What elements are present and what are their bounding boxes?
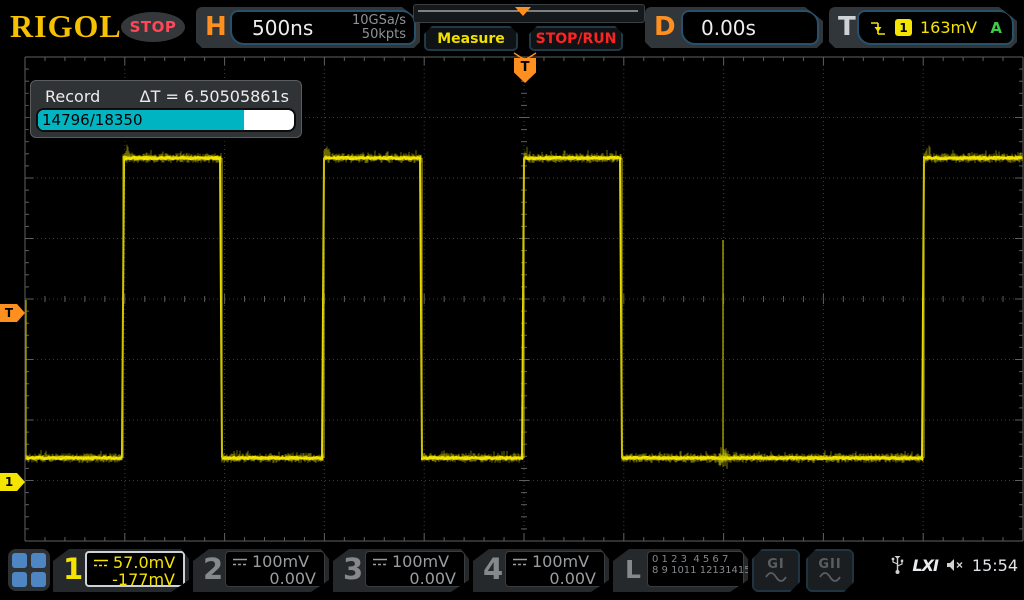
channel4-scale: 100mV [532, 553, 589, 570]
logic-channels-box: 0 1 2 3 4 5 6 7 8 9 1011 12131415 [647, 551, 744, 587]
channel1-number: 1 [63, 552, 83, 586]
dc-coupling-icon [93, 558, 109, 568]
generator2-button[interactable]: GII [806, 549, 854, 592]
generator2-label: GII [818, 558, 841, 571]
record-delta-t: ΔT = 6.50505861s [140, 87, 289, 106]
record-header-row: Record ΔT = 6.50505861s [31, 81, 301, 109]
channel3-offset: 0.00V [372, 570, 458, 587]
usb-icon [891, 555, 904, 575]
sine-wave-icon [765, 571, 787, 583]
channel3-number: 3 [343, 552, 363, 586]
channel1-tab[interactable]: 1 57.0mV -177mV [53, 549, 189, 592]
sine-wave-icon [819, 571, 841, 583]
record-title: Record [45, 87, 100, 106]
ch1-trace [26, 145, 1022, 469]
channel2-scale: 100mV [252, 553, 309, 570]
generator1-label: GI [767, 558, 785, 571]
lxi-logo: LXI [912, 556, 937, 575]
logic-row-8-15: 8 9 1011 12131415 [652, 565, 739, 576]
channel4-offset: 0.00V [512, 570, 598, 587]
record-progress-bar: 14796/18350 [36, 108, 296, 132]
status-area: LXI 15:54 [891, 555, 1018, 575]
channel3-readout: 100mV 0.00V [365, 551, 465, 587]
bottom-bar: 1 57.0mV -177mV 2 [0, 545, 1024, 600]
clock: 15:54 [972, 556, 1018, 575]
generator1-button[interactable]: GI [752, 549, 800, 592]
channel4-tab[interactable]: 4 100mV 0.00V [473, 549, 609, 592]
logic-analyzer-tab[interactable]: L 0 1 2 3 4 5 6 7 8 9 1011 12131415 [613, 549, 748, 592]
waveform-display: T T 1 Record ΔT = 6.50505861s 14796/1835… [0, 0, 1024, 600]
dc-coupling-icon [512, 557, 528, 567]
dc-coupling-icon [232, 557, 248, 567]
menu-grid-icon [12, 553, 27, 568]
channel4-readout: 100mV 0.00V [505, 551, 605, 587]
channel1-scale: 57.0mV [113, 554, 175, 571]
channel2-offset: 0.00V [232, 570, 318, 587]
logic-label: L [625, 555, 641, 584]
channel2-readout: 100mV 0.00V [225, 551, 325, 587]
channel1-readout: 57.0mV -177mV [85, 551, 185, 587]
speaker-muted-icon [946, 558, 964, 572]
record-overlay: Record ΔT = 6.50505861s 14796/18350 [30, 80, 302, 138]
record-progress-text: 14796/18350 [42, 111, 143, 129]
oscilloscope-screen: RIGOL STOP H 500ns 10GSa/s 50kpts Measur… [0, 0, 1024, 600]
channel4-number: 4 [483, 552, 503, 586]
channel2-number: 2 [203, 552, 223, 586]
channel3-scale: 100mV [392, 553, 449, 570]
channel2-tab[interactable]: 2 100mV 0.00V [193, 549, 329, 592]
menu-button[interactable] [8, 549, 50, 591]
channel3-tab[interactable]: 3 100mV 0.00V [333, 549, 469, 592]
channel1-offset: -177mV [93, 571, 177, 588]
dc-coupling-icon [372, 557, 388, 567]
logic-row-0-7: 0 1 2 3 4 5 6 7 [652, 554, 739, 565]
